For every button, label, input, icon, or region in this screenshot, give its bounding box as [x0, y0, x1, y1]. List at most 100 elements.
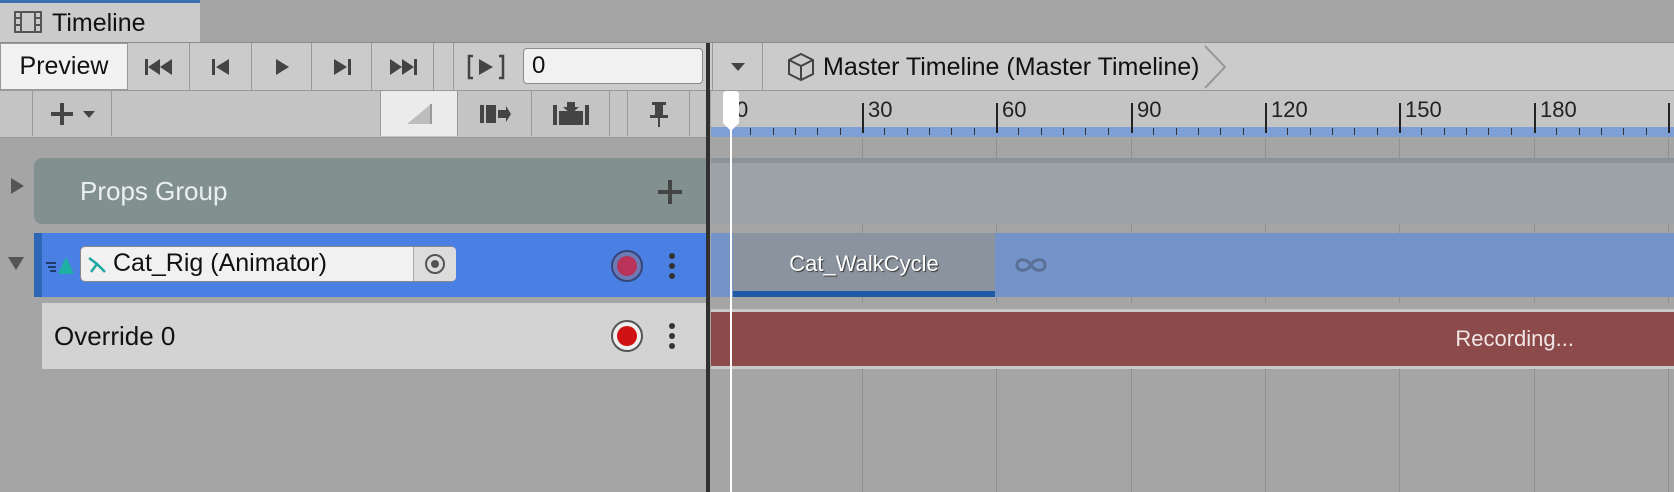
previous-frame-button[interactable]	[190, 43, 252, 90]
time-ruler[interactable]: 0 30 60 90 120 150 180	[711, 91, 1674, 137]
ruler-label-60: 60	[1002, 97, 1027, 122]
pin-icon	[649, 101, 668, 127]
ease-toggle-button[interactable]	[380, 91, 458, 136]
ruler-minor-tick	[1601, 128, 1602, 135]
timeline-tab[interactable]: Timeline	[0, 0, 200, 42]
ruler-minor-tick	[773, 128, 774, 135]
ruler-major-tick	[862, 103, 864, 133]
clip-blend-bar	[733, 291, 995, 297]
ruler-minor-tick	[929, 128, 930, 135]
group-track-label: Props Group	[80, 176, 228, 206]
ruler-minor-tick	[1198, 128, 1199, 135]
toolbar-separator	[434, 43, 454, 90]
record-active-icon[interactable]	[610, 319, 644, 353]
preview-button[interactable]: Preview	[0, 43, 128, 90]
breadcrumb-item[interactable]: Master Timeline (Master Timeline)	[785, 45, 1231, 89]
props-group-track[interactable]: Props Group	[34, 158, 707, 224]
playhead-line[interactable]	[730, 91, 732, 492]
track-header-panel: Props Group Cat_Rig (Animator) Override …	[0, 138, 707, 492]
ruler-minor-tick	[1018, 128, 1019, 135]
play-range-button[interactable]	[454, 43, 518, 90]
group-row-edge	[711, 158, 1674, 163]
add-track-icon[interactable]	[656, 178, 684, 206]
replace-icon	[552, 101, 589, 125]
ruler-major-tick	[1265, 103, 1267, 133]
ruler-minor-tick	[1377, 128, 1378, 135]
film-strip-icon	[14, 11, 42, 33]
recording-clip[interactable]: Recording...	[711, 309, 1674, 369]
ruler-minor-tick	[1063, 128, 1064, 135]
ruler-minor-tick	[1153, 128, 1154, 135]
expand-arrow-icon[interactable]	[8, 176, 26, 196]
skip-to-start-button[interactable]	[128, 43, 190, 90]
tab-title: Timeline	[52, 9, 146, 37]
tab-bar	[0, 0, 1674, 43]
ruler-minor-tick	[884, 128, 885, 135]
skip-to-start-icon	[144, 58, 172, 75]
timeline-selector-button[interactable]	[713, 43, 763, 90]
ruler-minor-tick	[907, 128, 908, 135]
skip-to-end-button[interactable]	[372, 43, 434, 90]
ruler-major-tick	[996, 103, 998, 133]
ruler-minor-tick	[1646, 128, 1647, 135]
ruler-minor-tick	[817, 128, 818, 135]
toolbar-separator	[610, 91, 628, 136]
ruler-major-tick	[1131, 103, 1133, 133]
current-frame-field[interactable]: 0	[523, 48, 703, 84]
infinity-icon	[1015, 258, 1047, 272]
ripple-icon	[479, 104, 511, 123]
ruler-minor-tick	[1444, 128, 1445, 135]
track-menu-icon[interactable]	[664, 251, 680, 281]
collapse-arrow-icon[interactable]	[6, 254, 26, 272]
ease-icon	[407, 103, 432, 124]
chevron-down-icon	[83, 110, 95, 118]
animation-clip[interactable]: Cat_WalkCycle	[733, 233, 995, 297]
ruler-minor-tick	[1579, 128, 1580, 135]
ruler-minor-tick	[1310, 128, 1311, 135]
ruler-minor-tick	[1287, 128, 1288, 135]
add-track-button[interactable]	[32, 91, 112, 136]
ruler-minor-tick	[1085, 128, 1086, 135]
animator-binding-field[interactable]: Cat_Rig (Animator)	[80, 246, 456, 282]
ruler-minor-tick	[1466, 128, 1467, 135]
ruler-minor-tick	[1243, 128, 1244, 135]
ruler-label-180: 180	[1540, 97, 1577, 122]
ruler-minor-tick	[1108, 128, 1109, 135]
skip-to-end-icon	[389, 58, 417, 75]
ruler-minor-tick	[1176, 128, 1177, 135]
object-picker-button[interactable]	[413, 247, 456, 281]
replace-mode-button[interactable]	[532, 91, 610, 136]
ruler-major-tick	[1399, 103, 1401, 133]
ruler-minor-tick	[1421, 128, 1422, 135]
next-frame-button[interactable]	[312, 43, 372, 90]
previous-frame-icon	[211, 58, 229, 75]
chevron-down-icon	[730, 62, 745, 71]
animation-track-icon	[46, 257, 74, 274]
override-track[interactable]: Override 0	[42, 303, 707, 369]
record-button-icon[interactable]	[610, 249, 644, 283]
ruler-minor-tick	[1041, 128, 1042, 135]
play-range-icon	[467, 54, 505, 79]
group-track-row[interactable]	[711, 158, 1674, 224]
clip-area[interactable]: Cat_WalkCycle Recording...	[711, 138, 1674, 492]
ruler-label-150: 150	[1405, 97, 1442, 122]
play-button[interactable]	[252, 43, 312, 90]
plus-icon	[51, 102, 73, 125]
cube-icon	[788, 52, 814, 82]
ruler-minor-tick	[974, 128, 975, 135]
track-toolbar	[0, 91, 707, 138]
breadcrumb-label: Master Timeline (Master Timeline)	[823, 52, 1200, 81]
panel-splitter[interactable]	[706, 43, 710, 492]
track-color-strip	[34, 233, 42, 297]
track-menu-icon[interactable]	[664, 321, 680, 351]
ripple-mode-button[interactable]	[458, 91, 532, 136]
playhead-handle-icon[interactable]	[719, 91, 743, 133]
ruler-minor-tick	[951, 128, 952, 135]
ruler-minor-tick	[1511, 128, 1512, 135]
ruler-minor-tick	[1332, 128, 1333, 135]
ruler-minor-tick	[1220, 128, 1221, 135]
ruler-minor-tick	[1354, 128, 1355, 135]
target-icon	[425, 254, 445, 274]
play-icon	[275, 58, 289, 75]
pin-button[interactable]	[628, 91, 690, 136]
